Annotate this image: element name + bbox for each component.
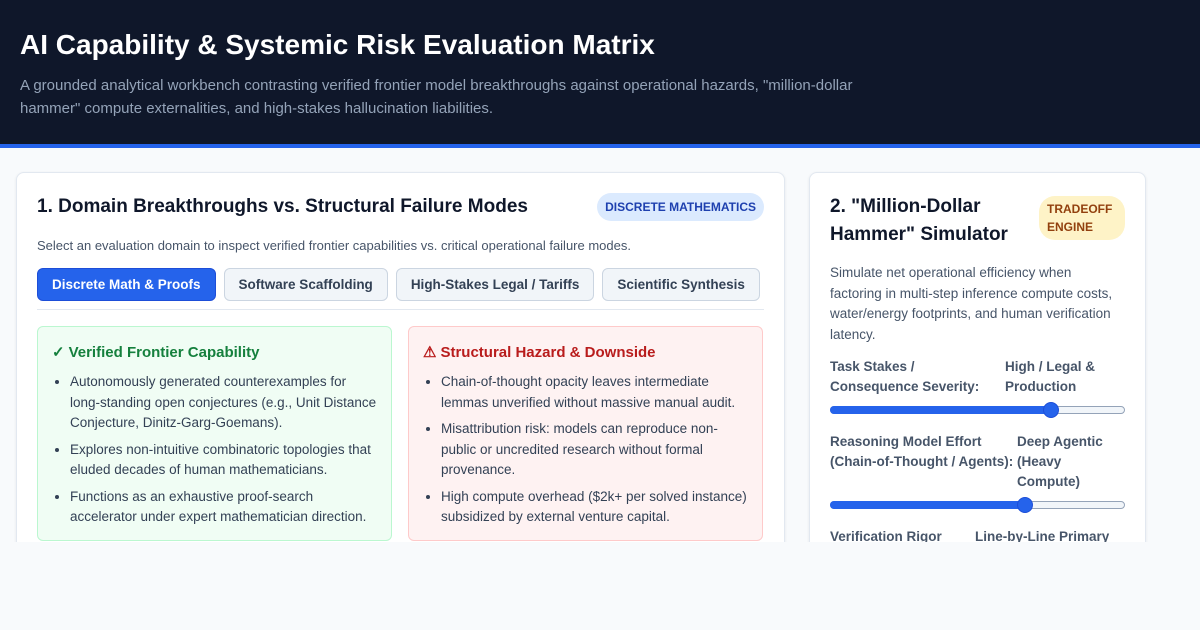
- hazard-panel: ⚠ Structural Hazard & Downside Chain-of-…: [408, 326, 763, 541]
- stakes-label: Task Stakes / Consequence Severity:: [830, 359, 980, 394]
- hazard-list: Chain-of-thought opacity leaves intermed…: [423, 372, 748, 528]
- capability-list: Autonomously generated counterexamples f…: [52, 372, 377, 528]
- list-item: Chain-of-thought opacity leaves intermed…: [441, 372, 748, 413]
- simulator-description: Simulate net operational efficiency when…: [830, 265, 1113, 342]
- list-item: Autonomously generated counterexamples f…: [70, 372, 377, 434]
- slider-thumb[interactable]: [1043, 402, 1060, 418]
- check-icon: ✓: [52, 344, 65, 361]
- comparison-panels: ✓ Verified Frontier Capability Autonomou…: [37, 326, 764, 541]
- stakes-control-row: Task Stakes / Consequence Severity: High…: [830, 357, 1125, 397]
- list-item: High compute overhead ($2k+ per solved i…: [441, 487, 748, 528]
- stakes-control: Task Stakes / Consequence Severity: High…: [830, 357, 1125, 420]
- stakes-value: High / Legal & Production: [1005, 359, 1096, 394]
- simulator-card-header: 2. "Million-Dollar Hammer" Simulator TRA…: [830, 193, 1125, 249]
- simulator-card: 2. "Million-Dollar Hammer" Simulator TRA…: [809, 172, 1146, 542]
- hazard-title: Structural Hazard & Downside: [440, 344, 656, 361]
- verification-control: Verification Rigor Line-by-Line Primary: [830, 527, 1125, 542]
- page-subtitle: A grounded analytical workbench contrast…: [20, 77, 853, 117]
- effort-slider[interactable]: [830, 495, 1125, 515]
- slider-fill: [830, 406, 1052, 414]
- effort-control: Reasoning Model Effort (Chain-of-Thought…: [830, 432, 1125, 515]
- verification-value: Line-by-Line Primary: [975, 529, 1110, 542]
- warning-icon: ⚠: [423, 344, 437, 361]
- domain-card-description: Select an evaluation domain to inspect v…: [37, 238, 631, 253]
- slider-thumb[interactable]: [1016, 497, 1033, 513]
- tab-legal-tariffs[interactable]: High-Stakes Legal / Tariffs: [395, 268, 595, 301]
- slider-fill: [830, 501, 1025, 509]
- simulator-card-title: 2. "Million-Dollar Hammer" Simulator: [830, 196, 1008, 245]
- verification-control-row: Verification Rigor Line-by-Line Primary: [830, 527, 1125, 542]
- effort-label: Reasoning Model Effort (Chain-of-Thought…: [830, 434, 1014, 469]
- list-item: Explores non-intuitive combinatoric topo…: [70, 440, 377, 481]
- capability-title: Verified Frontier Capability: [68, 344, 260, 361]
- domain-card-header: 1. Domain Breakthroughs vs. Structural F…: [37, 193, 764, 221]
- tab-scientific-synthesis[interactable]: Scientific Synthesis: [602, 268, 760, 301]
- verification-label: Verification Rigor: [830, 529, 942, 542]
- tab-discrete-math[interactable]: Discrete Math & Proofs: [37, 268, 216, 301]
- effort-control-row: Reasoning Model Effort (Chain-of-Thought…: [830, 432, 1125, 492]
- list-item: Misattribution risk: models can reproduc…: [441, 419, 748, 481]
- tabs-divider: [37, 309, 764, 310]
- domain-breakthroughs-card: 1. Domain Breakthroughs vs. Structural F…: [16, 172, 785, 542]
- main-content: 1. Domain Breakthroughs vs. Structural F…: [0, 148, 1200, 542]
- hazard-heading: ⚠ Structural Hazard & Downside: [423, 343, 748, 363]
- tab-software-scaffolding[interactable]: Software Scaffolding: [223, 268, 388, 301]
- domain-tabs: Discrete Math & Proofs Software Scaffold…: [37, 268, 764, 301]
- capability-panel: ✓ Verified Frontier Capability Autonomou…: [37, 326, 392, 541]
- list-item: Functions as an exhaustive proof-search …: [70, 487, 377, 528]
- page-header: AI Capability & Systemic Risk Evaluation…: [0, 0, 1200, 148]
- domain-badge: DISCRETE MATHEMATICS: [597, 193, 764, 221]
- capability-heading: ✓ Verified Frontier Capability: [52, 343, 377, 363]
- domain-card-title: 1. Domain Breakthroughs vs. Structural F…: [37, 196, 528, 217]
- stakes-slider[interactable]: [830, 400, 1125, 420]
- page-title: AI Capability & Systemic Risk Evaluation…: [20, 29, 655, 60]
- effort-value: Deep Agentic (Heavy Compute): [1017, 434, 1103, 489]
- tradeoff-badge: TRADEOFF ENGINE: [1039, 196, 1125, 240]
